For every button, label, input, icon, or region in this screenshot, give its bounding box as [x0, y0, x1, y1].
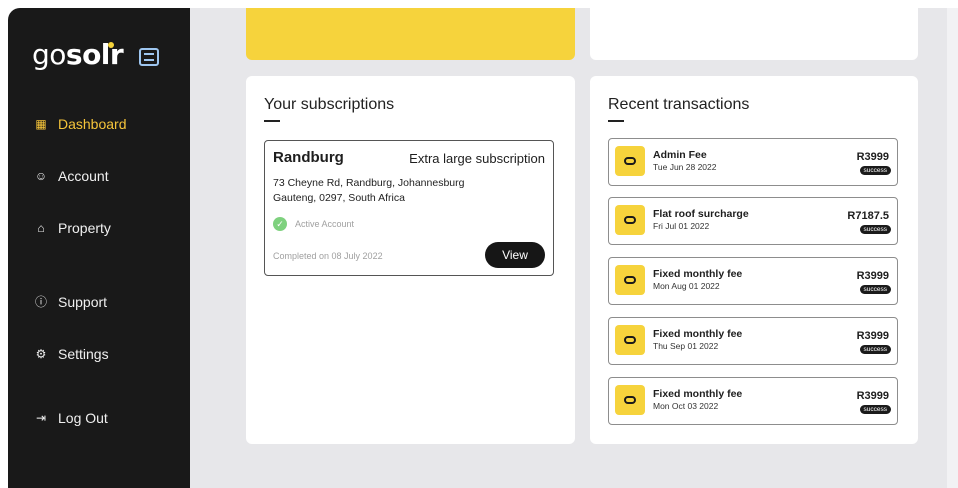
- sidebar-item-label: Support: [58, 293, 108, 310]
- app-frame: gosolr ▦ Dashboard ☺ Account ⌂ Property …: [8, 8, 958, 488]
- transaction-item[interactable]: Fixed monthly fee Mon Oct 03 2022 R3999 …: [608, 377, 898, 425]
- sidebar-item-account[interactable]: ☺ Account: [34, 168, 109, 184]
- transaction-title: Admin Fee: [653, 149, 707, 161]
- subscription-card: Randburg Extra large subscription 73 Che…: [264, 140, 554, 276]
- sidebar-item-label: Property: [58, 220, 111, 236]
- transaction-item[interactable]: Fixed monthly fee Mon Aug 01 2022 R3999 …: [608, 257, 898, 305]
- logo-sun-dot: [108, 42, 114, 48]
- transaction-title: Fixed monthly fee: [653, 328, 743, 340]
- transactions-panel: Recent transactions Admin Fee Tue Jun 28…: [590, 76, 918, 444]
- address-line-2: Gauteng, 0297, South Africa: [273, 192, 405, 204]
- subscription-address: 73 Cheyne Rd, Randburg, Johannesburg Gau…: [273, 176, 513, 206]
- transactions-title: Recent transactions: [608, 96, 750, 113]
- transaction-amount: R3999: [856, 270, 889, 282]
- gosolr-logo[interactable]: gosolr: [32, 38, 124, 71]
- transaction-date: Fri Jul 01 2022: [653, 221, 710, 231]
- transaction-date: Mon Aug 01 2022: [653, 281, 720, 291]
- title-underline: [264, 120, 280, 122]
- transaction-date: Thu Sep 01 2022: [653, 341, 719, 351]
- subscription-plan: Extra large subscription: [409, 151, 545, 166]
- sidebar-item-settings[interactable]: ⚙ Settings: [34, 346, 109, 362]
- logo-prefix: go: [32, 38, 66, 71]
- menu-toggle-icon[interactable]: [139, 48, 159, 66]
- status-badge: success: [859, 405, 891, 414]
- coin-icon: [615, 385, 645, 415]
- sidebar-item-label: Account: [58, 168, 109, 184]
- logout-icon: ⇥: [35, 411, 47, 425]
- transaction-title: Fixed monthly fee: [653, 268, 743, 280]
- summary-card-white: [590, 8, 918, 60]
- status-badge: success: [859, 166, 891, 175]
- status-row: ✓ Active Account: [273, 217, 354, 231]
- logo-suffix: solr: [65, 38, 124, 71]
- address-line-1: 73 Cheyne Rd, Randburg, Johannesburg: [273, 177, 465, 189]
- sidebar-item-property[interactable]: ⌂ Property: [34, 220, 111, 236]
- status-badge: success: [859, 285, 891, 294]
- coin-icon: [615, 325, 645, 355]
- subscriptions-panel: Your subscriptions Randburg Extra large …: [246, 76, 575, 444]
- sidebar-item-label: Log Out: [58, 410, 108, 426]
- subscription-city: Randburg: [273, 149, 344, 166]
- help-icon: ⓘ: [34, 295, 47, 309]
- check-circle-icon: ✓: [273, 217, 287, 231]
- sidebar-item-label: Dashboard: [58, 116, 127, 132]
- completed-date: Completed on 08 July 2022: [273, 251, 383, 261]
- transaction-item[interactable]: Fixed monthly fee Thu Sep 01 2022 R3999 …: [608, 317, 898, 365]
- user-icon: ☺: [34, 169, 48, 183]
- transaction-title: Flat roof surcharge: [653, 208, 749, 220]
- gear-icon: ⚙: [35, 347, 47, 361]
- transaction-amount: R3999: [856, 151, 889, 163]
- subscriptions-title: Your subscriptions: [264, 96, 395, 113]
- sidebar-item-dashboard[interactable]: ▦ Dashboard: [34, 116, 127, 132]
- view-button[interactable]: View: [485, 242, 545, 268]
- transaction-item[interactable]: Flat roof surcharge Fri Jul 01 2022 R718…: [608, 197, 898, 245]
- sidebar-item-support[interactable]: ⓘ Support: [34, 293, 107, 310]
- status-badge: success: [859, 225, 891, 234]
- transaction-date: Mon Oct 03 2022: [653, 401, 719, 411]
- coin-icon: [615, 265, 645, 295]
- transaction-amount: R3999: [856, 330, 889, 342]
- transaction-amount: R7187.5: [847, 210, 889, 222]
- transaction-amount: R3999: [856, 390, 889, 402]
- summary-card-yellow: [246, 8, 575, 60]
- home-icon: ⌂: [37, 221, 45, 235]
- status-text: Active Account: [295, 219, 355, 229]
- transaction-item[interactable]: Admin Fee Tue Jun 28 2022 R3999 success: [608, 138, 898, 186]
- transaction-date: Tue Jun 28 2022: [653, 162, 717, 172]
- sidebar-item-label: Settings: [58, 346, 109, 362]
- scroll-gutter: [947, 8, 958, 488]
- coin-icon: [615, 205, 645, 235]
- coin-icon: [615, 146, 645, 176]
- title-underline: [608, 120, 624, 122]
- grid-icon: ▦: [35, 117, 47, 131]
- sidebar: gosolr ▦ Dashboard ☺ Account ⌂ Property …: [8, 8, 190, 488]
- transaction-title: Fixed monthly fee: [653, 388, 743, 400]
- status-badge: success: [859, 345, 891, 354]
- sidebar-item-logout[interactable]: ⇥ Log Out: [34, 410, 108, 426]
